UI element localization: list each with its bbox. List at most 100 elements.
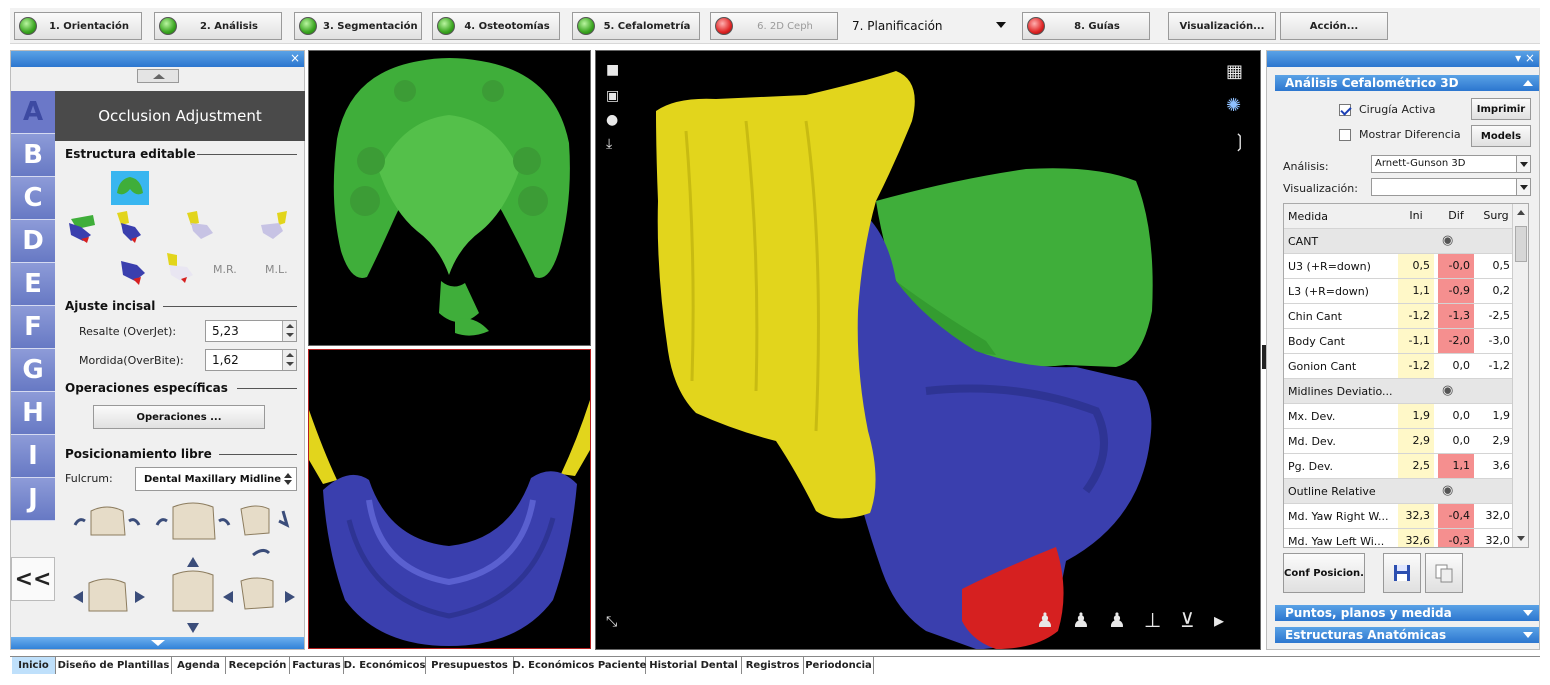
table-row[interactable]: Body Cant -1,1 -2,0 -3,0: [1284, 329, 1514, 354]
print-button[interactable]: Imprimir: [1471, 98, 1531, 120]
skull-ghost-mandible-icon[interactable]: [161, 251, 199, 285]
visibility-toggle-icon[interactable]: ◉: [1442, 233, 1453, 248]
download-icon[interactable]: ⤓: [606, 137, 612, 151]
scroll-up-button[interactable]: [137, 69, 179, 83]
table-row[interactable]: Md. Dev. 2,9 0,0 2,9: [1284, 429, 1514, 454]
models-button[interactable]: Models: [1471, 125, 1531, 147]
step-segmentacion-button[interactable]: 3. Segmentación: [294, 12, 422, 40]
view-lateral-right-icon[interactable]: ♟: [1108, 610, 1126, 630]
close-icon[interactable]: ×: [290, 52, 300, 64]
column-header-surg[interactable]: Surg: [1478, 204, 1514, 228]
table-row[interactable]: Gonion Cant -1,2 0,0 -1,2: [1284, 354, 1514, 379]
letter-tab-d[interactable]: D: [11, 220, 55, 263]
spin-arrows-icon[interactable]: [282, 321, 296, 341]
step-orientacion-button[interactable]: 1. Orientación: [14, 12, 142, 40]
visibility-toggle-icon[interactable]: ◉: [1442, 483, 1453, 498]
view-next-icon[interactable]: ▸: [1214, 610, 1224, 630]
operations-button[interactable]: Operaciones ...: [93, 405, 265, 429]
skull-mandible-icon[interactable]: [113, 209, 147, 245]
visualization-select[interactable]: [1371, 178, 1531, 196]
table-row[interactable]: L3 (+R=down) 1,1 -0,9 0,2: [1284, 279, 1514, 304]
visualization-menu-button[interactable]: Visualización...: [1168, 12, 1276, 40]
tab-dise-o-de-plantillas[interactable]: Diseño de Plantillas: [56, 657, 172, 674]
table-scrollbar[interactable]: [1512, 204, 1528, 547]
letter-tab-f[interactable]: F: [11, 306, 55, 349]
full-structure-icon[interactable]: [67, 211, 101, 245]
letter-tab-c[interactable]: C: [11, 177, 55, 220]
table-group-row[interactable]: Midlines Deviatio... ◉: [1284, 379, 1514, 404]
spin-arrows-icon[interactable]: [282, 350, 296, 370]
viewport-mandible[interactable]: [308, 349, 591, 649]
bracket-icon[interactable]: ❳: [1232, 133, 1247, 151]
move-horizontal-icon[interactable]: [71, 575, 147, 619]
shrink-icon[interactable]: ⤡: [606, 615, 617, 629]
step-2d-ceph-button[interactable]: 6. 2D Ceph: [710, 12, 838, 40]
move-vertical-icon[interactable]: [167, 555, 219, 635]
puntos-section-header[interactable]: Puntos, planos y medida: [1275, 605, 1539, 621]
table-row[interactable]: Pg. Dev. 2,5 1,1 3,6: [1284, 454, 1514, 479]
save-button[interactable]: [1383, 553, 1421, 593]
analysis-section-header[interactable]: Análisis Cefalométrico 3D: [1275, 75, 1539, 91]
view-lateral-left-icon[interactable]: ♟: [1036, 610, 1054, 630]
mandible-structure-icon[interactable]: [117, 255, 151, 287]
letter-tab-i[interactable]: I: [11, 435, 55, 478]
overjet-stepper[interactable]: 5,23: [205, 320, 297, 342]
tab-d-econ-micos-paciente[interactable]: D. Económicos Paciente: [513, 657, 646, 674]
table-row[interactable]: Md. Yaw Left Wi... 32,6 -0,3 32,0: [1284, 529, 1514, 547]
letter-tab-b[interactable]: B: [11, 134, 55, 177]
action-menu-button[interactable]: Acción...: [1280, 12, 1388, 40]
ml-label[interactable]: M.L.: [265, 263, 288, 276]
table-group-row[interactable]: CANT ◉: [1284, 229, 1514, 254]
step-guias-button[interactable]: 8. Guías: [1022, 12, 1150, 40]
column-header-dif[interactable]: Dif: [1438, 204, 1474, 228]
step-osteotomias-button[interactable]: 4. Osteotomías: [432, 12, 560, 40]
tab-facturas[interactable]: Facturas: [290, 657, 344, 674]
step-cefalometria-button[interactable]: 5. Cefalometría: [572, 12, 700, 40]
table-row[interactable]: Chin Cant -1,2 -1,3 -2,5: [1284, 304, 1514, 329]
viewport-maxilla[interactable]: [308, 50, 591, 346]
mostrar-diferencia-checkbox[interactable]: Mostrar Diferencia: [1339, 128, 1463, 141]
column-header-ini[interactable]: Ini: [1398, 204, 1434, 228]
letter-tab-a[interactable]: A: [11, 91, 55, 134]
grid-cube-icon[interactable]: ▦: [1226, 63, 1243, 81]
scroll-down-button[interactable]: [11, 637, 304, 649]
column-header-medida[interactable]: Medida: [1288, 210, 1400, 223]
tab-presupuestos[interactable]: Presupuestos: [426, 657, 514, 674]
tab-historial-dental[interactable]: Historial Dental: [646, 657, 742, 674]
tab-recepci-n[interactable]: Recepción: [226, 657, 290, 674]
copy-button[interactable]: [1425, 553, 1463, 593]
collapse-panel-button[interactable]: <<: [11, 557, 55, 601]
camera-icon[interactable]: ■: [606, 63, 619, 77]
tab-inicio[interactable]: Inicio: [12, 657, 56, 674]
overbite-stepper[interactable]: 1,62: [205, 349, 297, 371]
measurements-table[interactable]: Medida Ini Dif Surg CANT ◉ U3 (+R=down) 0,5 -0,0…: [1283, 203, 1529, 548]
close-icon[interactable]: ▾ ×: [1515, 52, 1535, 64]
scroll-thumb[interactable]: [1515, 226, 1527, 262]
view-top-icon[interactable]: ⊥: [1144, 610, 1161, 630]
view-bottom-icon[interactable]: ⊻: [1180, 610, 1195, 630]
mr-label[interactable]: M.R.: [213, 263, 237, 276]
skull-ghost-right-icon[interactable]: [255, 209, 291, 243]
rotate-frontal-zoom-icon[interactable]: [153, 501, 235, 545]
mesh-sphere-icon[interactable]: ✺: [1226, 97, 1241, 115]
planning-combo[interactable]: 7. Planificación: [846, 12, 1012, 40]
skull-ghost-icon[interactable]: [183, 209, 219, 243]
view-front-icon[interactable]: ♟: [1072, 610, 1090, 630]
letter-tab-h[interactable]: H: [11, 392, 55, 435]
letter-tab-e[interactable]: E: [11, 263, 55, 306]
step-analisis-button[interactable]: 2. Análisis: [154, 12, 282, 40]
analysis-select[interactable]: Arnett-Gunson 3D: [1371, 155, 1531, 173]
visibility-toggle-icon[interactable]: ◉: [1442, 383, 1453, 398]
table-row[interactable]: Md. Yaw Right W... 32,3 -0,4 32,0: [1284, 504, 1514, 529]
globe-icon[interactable]: ●: [606, 113, 618, 127]
letter-tab-g[interactable]: G: [11, 349, 55, 392]
move-lateral-icon[interactable]: [221, 575, 297, 619]
table-group-row[interactable]: Outline Relative ◉: [1284, 479, 1514, 504]
fulcrum-select[interactable]: Dental Maxillary Midline: [135, 467, 297, 491]
letter-tab-j[interactable]: J: [11, 478, 55, 521]
rotate-lateral-icon[interactable]: [235, 503, 297, 563]
image-icon[interactable]: ▣: [606, 89, 619, 103]
table-row[interactable]: U3 (+R=down) 0,5 -0,0 0,5: [1284, 254, 1514, 279]
tab-agenda[interactable]: Agenda: [172, 657, 226, 674]
table-row[interactable]: Mx. Dev. 1,9 0,0 1,9: [1284, 404, 1514, 429]
